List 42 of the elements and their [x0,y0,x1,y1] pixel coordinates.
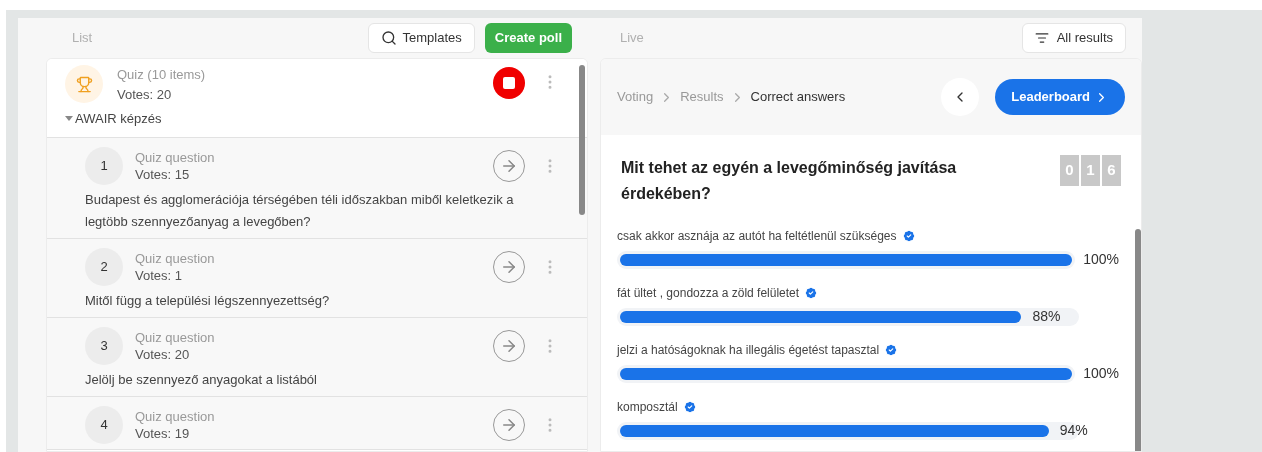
percent-label: 100% [1083,250,1119,269]
section-title: Live [620,29,644,48]
answer-text: jelzi a hatóságoknak ha illegális égetést tapasztal [617,342,880,359]
question-type: Quiz question [135,328,215,346]
templates-button[interactable]: Templates [367,23,475,53]
breadcrumb-item[interactable]: Correct answers [750,87,846,107]
question-votes: Votes: 1 [135,266,183,284]
group-toggle[interactable]: AWAIR képzés [65,109,162,129]
section-title: List [72,29,93,48]
percent-label: 100% [1083,364,1119,383]
stop-icon [503,77,515,89]
question-votes: Votes: 20 [135,345,191,363]
question-title: Mit tehet az egyén a levegőminőség javítása érdekében? [621,158,958,204]
question-type: Quiz question [135,249,215,267]
question-text: Jelölj be szennyező anyagokat a listából [85,370,318,389]
percent-label: 94% [1059,421,1088,440]
answer-text: fát ültet , gondozza a zöld felületet [617,285,800,302]
question-text: Budapest és agglomerációja térségében téli időszakban miből keletkezik a legtöbb szennyezőanyag a levegőben? [85,190,515,231]
question-row[interactable]: 2 Quiz question Votes: 1 Mitől függ a települési légszennyezettség? [47,238,587,318]
question-votes: Votes: 19 [135,424,191,442]
scrollbar[interactable] [1135,229,1141,451]
question-type: Quiz question [135,407,215,425]
percent-label: 88% [1032,307,1061,326]
quiz-title: Quiz (10 items) [117,66,206,84]
question-votes: Votes: 15 [135,165,191,183]
question-text: Mitől függ a települési légszennyezettség? [85,291,331,310]
all-results-button[interactable]: All results [1021,23,1126,53]
leaderboard-button[interactable]: Leaderboard [995,79,1125,115]
question-row[interactable]: 4 Quiz question Votes: 19 [47,396,587,450]
back-button[interactable] [941,78,980,116]
search-icon [380,30,397,46]
answer-text: komposztál [617,399,678,416]
quiz-votes: Votes: 20 [117,86,173,104]
stop-button[interactable] [493,67,525,99]
question-row[interactable]: 1 Quiz question Votes: 15 Budapest és agglomerációja térségében téli időszakban miből keletkezik a legtöbb szennyezőanyag a levegőben? [47,137,587,239]
triangle-icon [65,116,73,122]
trophy-icon [75,75,93,93]
question-row[interactable]: 3 Quiz question Votes: 20 Jelölj be szennyező anyagokat a listából [47,317,587,397]
scrollbar[interactable] [579,65,585,215]
filter-icon [1034,31,1049,45]
question-type: Quiz question [135,148,215,166]
answer-text: csak akkor asznája az autót ha feltétlenül szükséges [617,228,897,245]
